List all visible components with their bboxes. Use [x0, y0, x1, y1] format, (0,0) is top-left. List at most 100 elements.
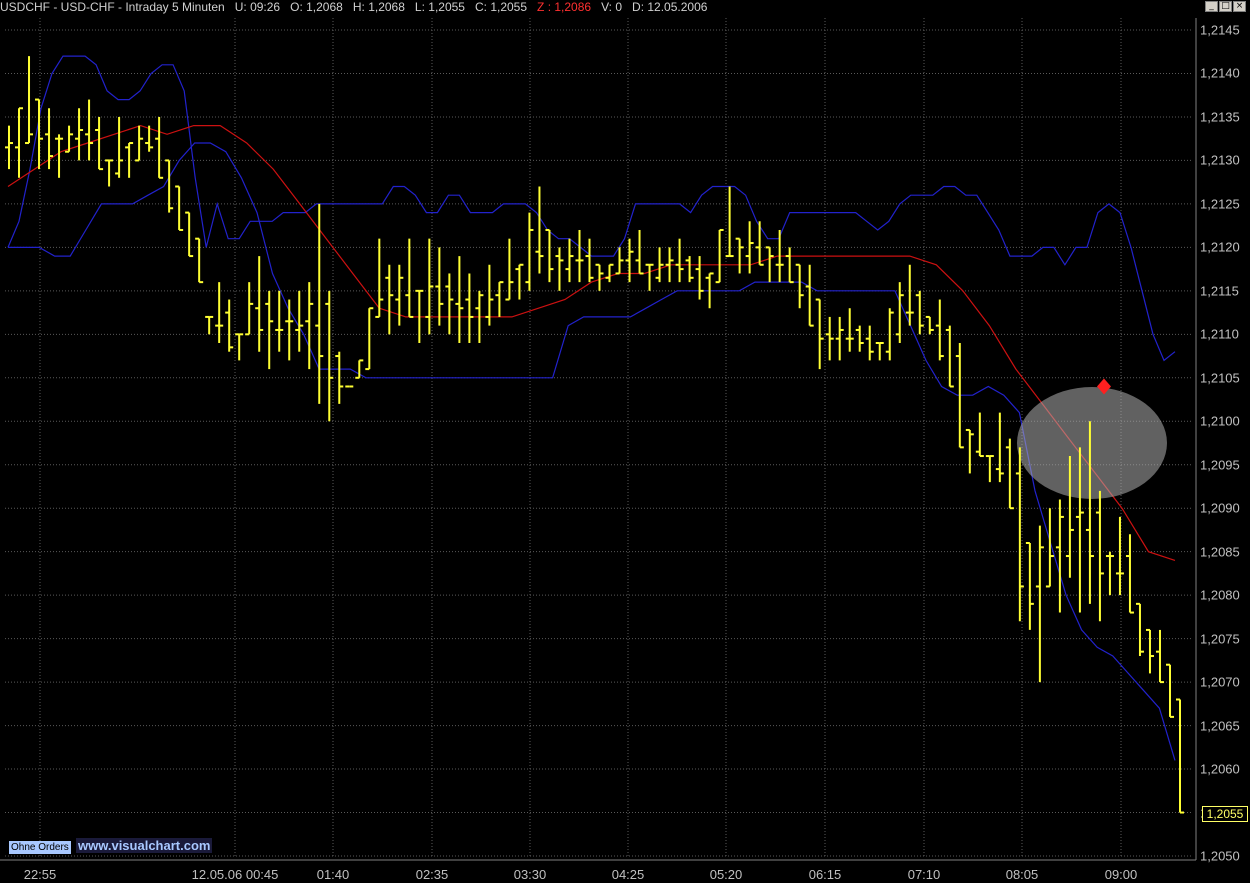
ohlc-bar	[15, 107, 24, 178]
ohlc-bar	[395, 264, 404, 326]
ohlc-bar	[655, 247, 664, 283]
ohlc-bar	[275, 290, 284, 352]
ohlc-bar	[1045, 508, 1054, 588]
ohlc-bar	[1115, 516, 1124, 596]
ohlc-bar	[1165, 663, 1174, 718]
x-tick-label: 03:30	[513, 867, 547, 882]
x-tick-label: 02:35	[415, 867, 449, 882]
chart-title-bar: USDCHF - USD-CHF - Intraday 5 Minuten U:…	[0, 0, 1200, 16]
ohlc-bar	[1005, 438, 1014, 510]
y-tick-label: 1,2060	[1200, 761, 1240, 777]
ohlc-bar	[585, 238, 594, 283]
window-controls: _ □ ×	[1205, 1, 1246, 12]
ohlc-bar	[525, 212, 534, 291]
x-tick-label: 05:20	[709, 867, 743, 882]
ohlc-bar	[825, 316, 834, 361]
y-tick-label: 1,2140	[1200, 65, 1240, 81]
ohlc-bar	[985, 455, 994, 483]
y-tick-label: 1,2145	[1200, 22, 1240, 38]
close-button[interactable]: ×	[1233, 1, 1246, 12]
ohlc-bar	[195, 237, 204, 284]
ohlc-bar	[1176, 698, 1184, 814]
ohlc-bar	[265, 290, 274, 370]
title-z: Z : 1,2086	[537, 0, 592, 14]
y-tick-label: 1,2095	[1200, 457, 1240, 473]
ohlc-bar	[105, 159, 114, 187]
ohlc-bar	[515, 263, 524, 300]
ohlc-bar	[455, 256, 464, 344]
moving-average-line	[7, 124, 1176, 561]
y-tick-label: 1,2080	[1200, 587, 1240, 603]
ohlc-bar	[555, 247, 564, 291]
ohlc-bar	[165, 159, 174, 213]
ohlc-bar	[965, 428, 974, 474]
y-tick-label: 1,2110	[1200, 326, 1239, 342]
x-tick-label: 08:05	[1005, 867, 1039, 882]
ohlc-bar	[1055, 499, 1064, 613]
y-tick-label: 1,2050	[1200, 848, 1240, 864]
ohlc-bar	[55, 134, 64, 178]
ohlc-bar	[915, 290, 924, 335]
ohlc-bar	[135, 125, 144, 162]
y-tick-label: 1,2100	[1200, 413, 1240, 429]
y-tick-label: 1,2130	[1200, 152, 1240, 168]
ohlc-bar	[715, 228, 724, 284]
y-tick-label: 1,2085	[1200, 544, 1240, 560]
ohlc-bar	[795, 263, 804, 309]
ohlc-bar	[1025, 541, 1034, 630]
ohlc-bar	[645, 263, 654, 291]
ohlc-bar	[5, 125, 13, 170]
upper-band-line	[7, 55, 1176, 362]
ohlc-bar	[25, 56, 34, 145]
maximize-button[interactable]: □	[1219, 1, 1232, 12]
ohlc-bar	[385, 264, 394, 335]
y-tick-label: 1,2065	[1200, 718, 1240, 734]
moving-average	[7, 124, 1176, 561]
ohlc-bar	[625, 238, 634, 283]
ohlc-bar	[695, 256, 704, 300]
x-tick-label: 22:55	[23, 867, 57, 882]
grid-lines	[0, 18, 1197, 861]
ohlc-bar	[235, 333, 244, 361]
chart-canvas	[0, 18, 1197, 861]
ohlc-bar	[935, 299, 944, 361]
last-price-label: 1,2055	[1202, 806, 1248, 822]
ohlc-bar	[545, 228, 554, 283]
ohlc-bar	[865, 325, 874, 361]
ohlc-bar	[245, 282, 254, 336]
ohlc-bar	[755, 221, 764, 266]
ohlc-bar	[1145, 628, 1154, 674]
ohlc-bar	[285, 299, 294, 361]
minimize-button[interactable]: _	[1205, 1, 1218, 12]
ohlc-bar	[975, 412, 984, 458]
ohlc-bar	[685, 256, 694, 283]
ohlc-bar	[85, 99, 94, 161]
ohlc-bar	[425, 238, 434, 335]
ohlc-bar	[535, 186, 544, 274]
ohlc-bar	[785, 247, 794, 284]
y-tick-label: 1,2075	[1200, 631, 1240, 647]
x-tick-label: 01:40	[316, 867, 350, 882]
ohlc-bar	[495, 281, 504, 317]
ohlc-bar	[325, 290, 334, 422]
ohlc-bar	[225, 299, 234, 352]
title-time: U: 09:26	[234, 0, 281, 14]
ohlc-bar	[995, 412, 1004, 483]
y-tick-label: 1,2135	[1200, 109, 1240, 125]
y-tick-label: 1,2115	[1200, 283, 1239, 299]
title-date: D: 12.05.2006	[632, 0, 708, 14]
watermark-logo: www.visualchart.com	[76, 838, 213, 853]
ohlc-bar	[445, 273, 454, 335]
orders-badge[interactable]: Ohne Orders	[9, 841, 71, 854]
ohlc-bar	[205, 315, 214, 335]
ohlc-bars	[5, 56, 1184, 814]
title-symbol: USDCHF - USD-CHF - Intraday 5 Minuten	[0, 0, 225, 14]
title-close: C: 1,2055	[474, 0, 528, 14]
title-low: L: 1,2055	[414, 0, 465, 14]
bollinger-bands	[7, 55, 1176, 761]
ohlc-bar	[805, 264, 814, 327]
ohlc-bar	[115, 116, 124, 178]
x-tick-label: 12.05.06 00:45	[191, 867, 279, 882]
ohlc-bar	[565, 238, 574, 283]
ohlc-bar	[855, 325, 864, 352]
